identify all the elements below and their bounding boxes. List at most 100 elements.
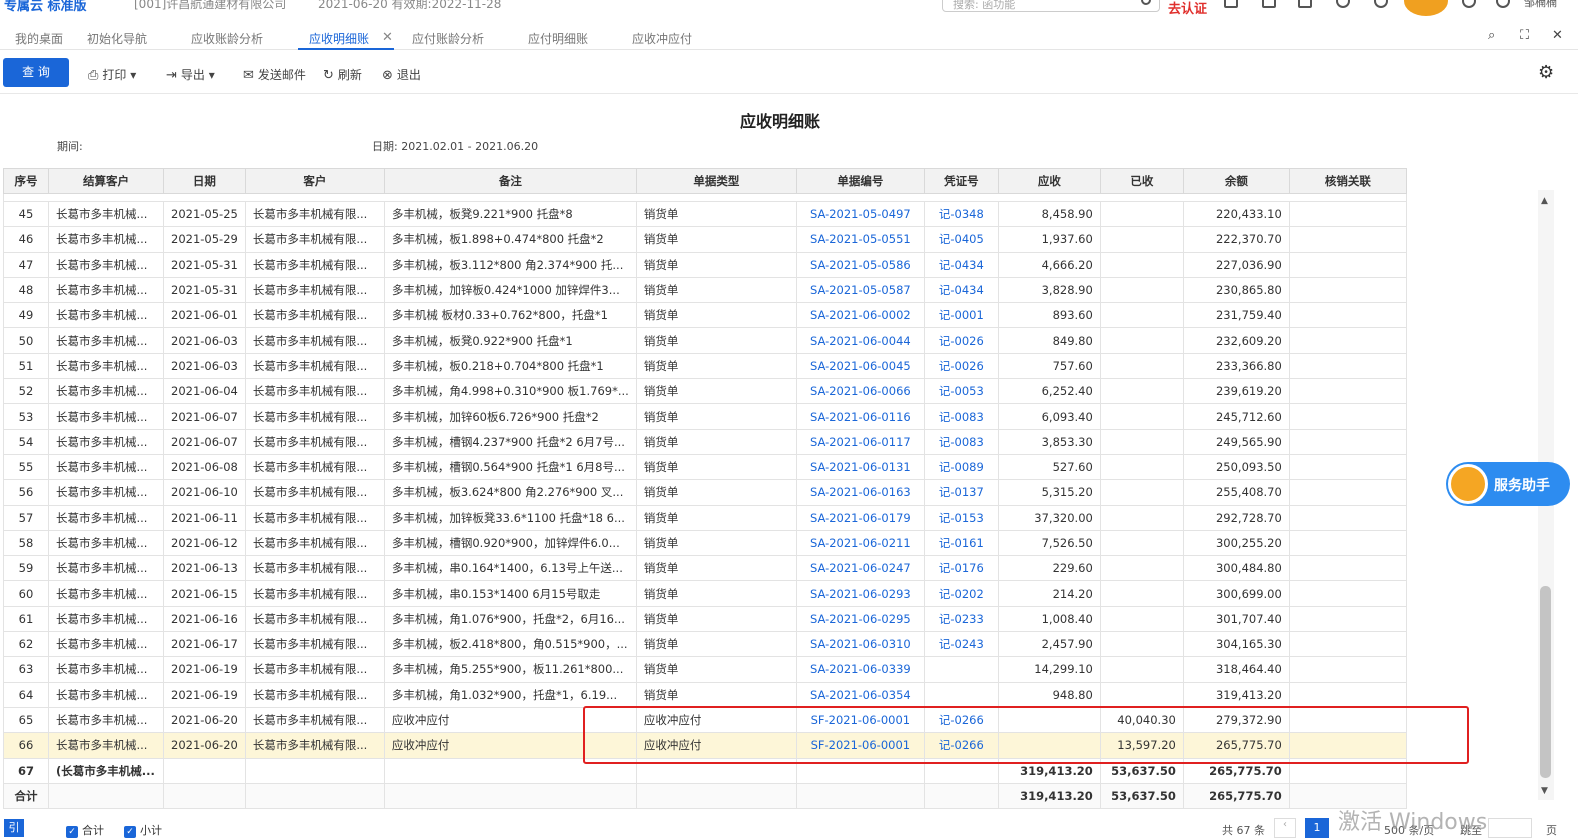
close-icon[interactable]: ✕ [382,30,393,45]
help-icon[interactable] [1462,0,1476,8]
close-all-icon[interactable]: ✕ [1552,28,1563,43]
table-row[interactable]: 63 长葛市多丰机械... 2021-06-19 长葛市多丰机械有限... 多丰机械，角… [3,656,1407,683]
table-row[interactable]: 60 长葛市多丰机械... 2021-06-15 长葛市多丰机械有限... 多丰机械，串… [3,580,1407,607]
cell-voucher-no[interactable]: 记-0001 [923,302,999,329]
table-row[interactable]: 49 长葛市多丰机械... 2021-06-01 长葛市多丰机械有限... 多丰机械 板… [3,302,1407,329]
tab-payable-aging[interactable]: 应付账龄分析 [412,30,484,47]
cell-voucher-no[interactable]: 记-0083 [923,403,999,430]
print-button[interactable]: ⎙ 打印 ▾ [88,66,136,83]
cell-voucher-no[interactable]: 记-0089 [923,453,999,481]
cell-doc-no[interactable]: SA-2021-06-0293 [795,580,925,607]
exit-button[interactable]: ⊗ 退出 [382,66,421,83]
certify-link[interactable]: 去认证 [1168,0,1207,16]
table-row[interactable]: 48 长葛市多丰机械... 2021-05-31 长葛市多丰机械有限... 多丰机械，加… [3,276,1407,304]
user-name[interactable]: 邹楠楠 [1524,0,1557,10]
cell-voucher-no[interactable]: 记-0026 [923,352,999,380]
cell-voucher-no[interactable]: 记-0202 [923,580,999,607]
cell-doc-no[interactable]: SA-2021-06-0131 [795,453,925,481]
col-header-received[interactable]: 已收 [1099,168,1184,194]
col-header-doc-type[interactable]: 单据类型 [635,168,797,194]
col-header-doc-no[interactable]: 单据编号 [795,168,925,194]
col-header-date[interactable]: 日期 [163,168,246,194]
service-assistant-button[interactable]: 服务助手 [1446,462,1570,506]
table-row[interactable]: 50 长葛市多丰机械... 2021-06-03 长葛市多丰机械有限... 多丰机械，板… [3,327,1407,354]
cell-voucher-no[interactable]: 记-0434 [923,251,999,278]
table-row[interactable]: 53 长葛市多丰机械... 2021-06-07 长葛市多丰机械有限... 多丰机械，加… [3,403,1407,430]
footer-menu-icon[interactable]: 引 [4,819,24,837]
bell-icon[interactable] [1336,0,1350,8]
cell-doc-no[interactable]: SA-2021-05-0551 [795,226,925,253]
cell-doc-no[interactable]: SA-2021-06-0247 [795,555,925,582]
cell-voucher-no[interactable]: 记-0083 [923,428,999,455]
table-row[interactable]: 61 长葛市多丰机械... 2021-06-16 长葛市多丰机械有限... 多丰机械，角… [3,605,1407,633]
cell-doc-no[interactable]: SA-2021-06-0044 [795,327,925,354]
cell-doc-no[interactable]: SA-2021-06-0179 [795,504,925,531]
cell-voucher-no[interactable]: 记-0243 [923,631,999,658]
cell-doc-no[interactable]: SA-2021-06-0066 [795,378,925,405]
cell-doc-no[interactable]: SA-2021-06-0116 [795,403,925,430]
cell-doc-no[interactable]: SA-2021-06-0339 [795,656,925,683]
table-row[interactable]: 54 长葛市多丰机械... 2021-06-07 长葛市多丰机械有限... 多丰机械，槽… [3,428,1407,455]
col-header-writeoff[interactable]: 核销关联 [1288,168,1407,194]
send-email-button[interactable]: ✉ 发送邮件 [243,66,306,83]
col-header-settle-customer[interactable]: 结算客户 [48,168,164,194]
col-header-customer[interactable]: 客户 [244,168,385,194]
table-row[interactable]: 52 长葛市多丰机械... 2021-06-04 长葛市多丰机械有限... 多丰机械，角… [3,378,1407,405]
table-row[interactable]: 47 长葛市多丰机械... 2021-05-31 长葛市多丰机械有限... 多丰机械，板… [3,251,1407,278]
cell-voucher-no[interactable]: 记-0153 [923,504,999,531]
tab-desktop[interactable]: 我的桌面 [15,30,63,47]
cell-doc-no[interactable]: SA-2021-06-0354 [795,681,925,708]
cell-voucher-no[interactable]: 记-0348 [923,200,999,228]
cell-doc-no[interactable]: SA-2021-06-0211 [795,529,925,557]
table-row[interactable]: 64 长葛市多丰机械... 2021-06-19 长葛市多丰机械有限... 多丰机械，角… [3,681,1407,708]
tab-receivable-offset[interactable]: 应收冲应付 [632,30,692,47]
table-row[interactable]: 57 长葛市多丰机械... 2021-06-11 长葛市多丰机械有限... 多丰机械，加… [3,504,1407,531]
user-icon[interactable] [1496,0,1510,8]
cell-doc-no[interactable]: SA-2021-06-0002 [795,302,925,329]
cell-voucher-no[interactable]: 记-0233 [923,605,999,633]
cell-voucher-no[interactable] [923,656,999,683]
cell-voucher-no[interactable]: 记-0434 [923,276,999,304]
total-checkbox[interactable]: ✓ 合计 [66,822,104,838]
refresh-button[interactable]: ↻ 刷新 [323,66,362,83]
cell-doc-no[interactable]: SA-2021-05-0586 [795,251,925,278]
phone-icon[interactable] [1374,0,1388,8]
col-header-voucher[interactable]: 凭证号 [923,168,999,194]
tab-init-guide[interactable]: 初始化导航 [87,30,147,47]
search-icon[interactable] [1141,0,1151,5]
cell-doc-no[interactable]: SA-2021-05-0587 [795,276,925,304]
tab-receivable-aging[interactable]: 应收账龄分析 [191,30,263,47]
table-row[interactable]: 59 长葛市多丰机械... 2021-06-13 长葛市多丰机械有限... 多丰机械，串… [3,555,1407,582]
current-page[interactable]: 1 [1305,818,1329,838]
cell-doc-no[interactable]: SA-2021-06-0295 [795,605,925,633]
table-row[interactable]: 55 长葛市多丰机械... 2021-06-08 长葛市多丰机械有限... 多丰机械，槽… [3,453,1407,481]
tab-receivable-detail[interactable]: 应收明细账 [309,30,369,47]
cell-voucher-no[interactable]: 记-0137 [923,479,999,506]
fullscreen-icon[interactable]: ⛶ [1520,28,1529,43]
col-header-note[interactable]: 备注 [383,168,637,194]
search-icon[interactable]: ⌕ [1488,28,1495,43]
todo-icon[interactable] [1262,0,1276,8]
tab-payable-detail[interactable]: 应付明细账 [528,30,588,47]
table-row[interactable]: 45 长葛市多丰机械... 2021-05-25 长葛市多丰机械有限... 多丰机械，板… [3,200,1407,228]
table-row[interactable]: 51 长葛市多丰机械... 2021-06-03 长葛市多丰机械有限... 多丰机械，板… [3,352,1407,380]
col-header-no[interactable]: 序号 [3,168,49,194]
export-button[interactable]: ⇥ 导出 ▾ [166,66,215,83]
mascot-avatar[interactable] [1404,0,1448,16]
query-button[interactable]: 查 询 [3,58,69,87]
col-header-balance[interactable]: 余额 [1182,168,1290,194]
jump-page-input[interactable] [1488,818,1532,838]
table-row[interactable]: 56 长葛市多丰机械... 2021-06-10 长葛市多丰机械有限... 多丰机械，板… [3,479,1407,506]
cell-voucher-no[interactable]: 记-0161 [923,529,999,557]
cell-voucher-no[interactable]: 记-0053 [923,378,999,405]
subtotal-checkbox[interactable]: ✓ 小计 [124,822,162,838]
cell-doc-no[interactable]: SA-2021-06-0045 [795,352,925,380]
cell-voucher-no[interactable]: 记-0026 [923,327,999,354]
scrollbar-thumb[interactable] [1540,586,1551,778]
cell-voucher-no[interactable]: 记-0176 [923,555,999,582]
message-icon[interactable] [1298,0,1312,8]
table-row[interactable]: 46 长葛市多丰机械... 2021-05-29 长葛市多丰机械有限... 多丰机械，板… [3,226,1407,253]
table-row[interactable]: 62 长葛市多丰机械... 2021-06-17 长葛市多丰机械有限... 多丰机械，板… [3,631,1407,658]
col-header-receivable[interactable]: 应收 [997,168,1101,194]
gear-icon[interactable]: ⚙ [1538,62,1554,83]
